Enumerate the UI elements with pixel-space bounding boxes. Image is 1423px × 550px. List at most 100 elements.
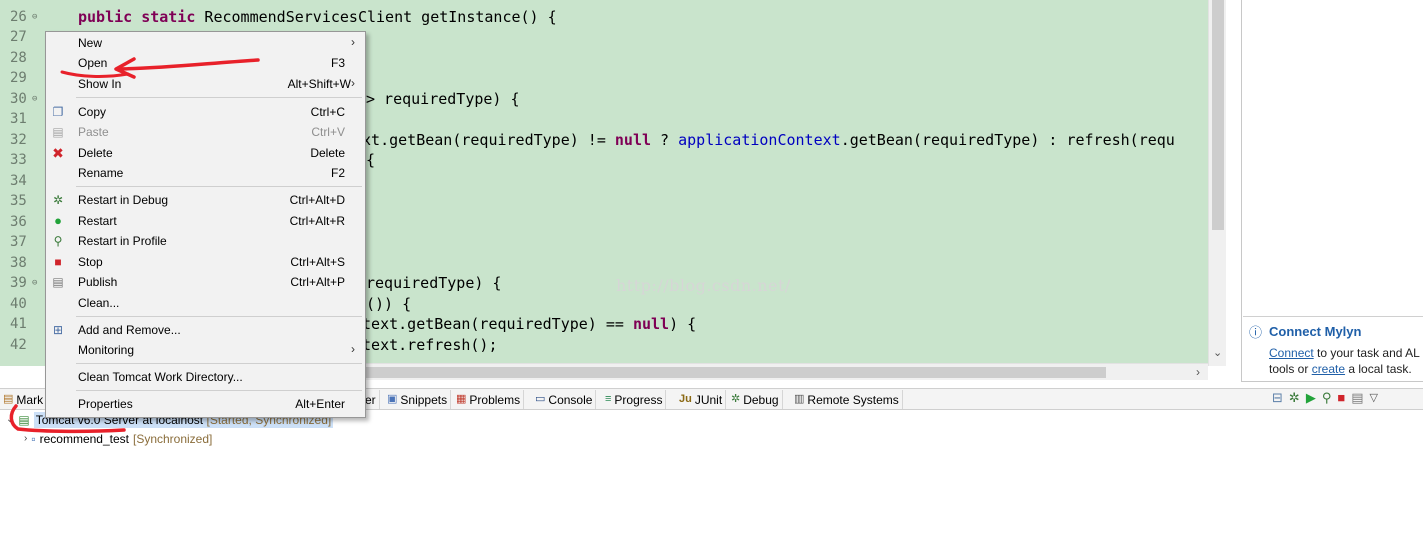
collapse-arrow-icon[interactable]: ›: [24, 431, 27, 447]
tab-label: Progress: [614, 392, 663, 407]
paste-icon: ▤: [52, 125, 64, 139]
menu-item-stop[interactable]: ■ Stop Ctrl+Alt+S: [46, 252, 365, 272]
context-menu: New › Open F3 Show In Alt+Shift+W › ❐ Co…: [45, 31, 366, 418]
keyword: null: [614, 131, 652, 149]
line-number: 30: [10, 91, 27, 107]
menu-item-shortcut: Ctrl+Alt+P: [290, 275, 345, 289]
menu-item-label: Restart in Profile: [78, 234, 167, 248]
tab-problems[interactable]: ▦ Problems: [453, 390, 525, 409]
menu-item-label: New: [78, 36, 103, 50]
menu-item-shortcut: Alt+Shift+W: [287, 77, 351, 91]
menu-item-rename[interactable]: Rename F2: [46, 163, 365, 183]
mylyn-text: tools or: [1269, 362, 1312, 376]
markers-icon: ▤: [3, 393, 14, 405]
collapse-all-icon[interactable]: ⊟: [1272, 390, 1283, 406]
module-icon: ▫: [31, 432, 36, 446]
code-text: ?: [651, 131, 679, 149]
menu-item-label: Add and Remove...: [78, 323, 181, 337]
fold-icon[interactable]: ⊖: [32, 89, 37, 109]
line-number: 36: [10, 214, 27, 230]
line-number: 34: [10, 173, 27, 189]
line-number: 40: [10, 296, 27, 312]
menu-item-paste[interactable]: ▤ Paste Ctrl+V: [46, 122, 365, 142]
create-link[interactable]: create: [1312, 362, 1345, 376]
menu-item-delete[interactable]: ✖ Delete Delete: [46, 143, 365, 163]
tab-snippets[interactable]: ▣ Snippets: [384, 390, 452, 409]
publish-icon: ▤: [52, 275, 64, 289]
stop-server-icon[interactable]: ■: [1337, 390, 1345, 406]
menu-separator: [76, 186, 362, 187]
tab-debug[interactable]: ✲ Debug: [728, 390, 783, 409]
tab-remote-systems[interactable]: ▥ Remote Systems: [791, 390, 903, 409]
code-line: ()) {: [366, 295, 412, 313]
module-tree-row[interactable]: › ▫ recommend_test [Synchronized]: [24, 431, 212, 447]
code-line: ntext.refresh();: [353, 336, 498, 354]
vertical-scroll-thumb[interactable]: [1212, 0, 1224, 230]
field-name: applicationContext: [678, 131, 841, 149]
tab-console[interactable]: ▭ Console: [532, 390, 597, 409]
menu-item-shortcut: Delete: [310, 146, 345, 160]
tab-label: Mark: [16, 392, 44, 407]
keyword: null: [632, 315, 670, 333]
submenu-arrow-icon: ›: [351, 35, 355, 49]
menu-item-label: Rename: [78, 166, 124, 180]
menu-item-restart-in-debug[interactable]: ✲ Restart in Debug Ctrl+Alt+D: [46, 190, 365, 210]
vertical-scrollbar[interactable]: ⌄: [1208, 0, 1226, 366]
menu-item-restart-in-profile[interactable]: ⚲ Restart in Profile: [46, 231, 365, 251]
tab-label: Problems: [469, 392, 521, 407]
menu-separator: [76, 316, 362, 317]
watermark-text: http://blog.csdn.net/: [616, 276, 791, 295]
restart-icon: ●: [54, 213, 62, 228]
tab-progress[interactable]: ≡ Progress: [602, 390, 667, 409]
menu-item-monitoring[interactable]: Monitoring ›: [46, 340, 365, 360]
menu-item-label: Show In: [78, 77, 122, 91]
menu-item-properties[interactable]: Properties Alt+Enter: [46, 394, 365, 414]
expand-arrow-icon[interactable]: ⌄: [6, 412, 14, 428]
menu-item-copy[interactable]: ❐ Copy Ctrl+C: [46, 102, 365, 122]
tab-label: Snippets: [400, 392, 448, 407]
fold-icon[interactable]: ⊖: [32, 273, 37, 293]
menu-item-label: Clean Tomcat Work Directory...: [78, 370, 243, 384]
scroll-right-arrow-icon[interactable]: ›: [1196, 365, 1200, 379]
menu-item-clean[interactable]: Clean...: [46, 293, 365, 313]
menu-item-open[interactable]: Open F3: [46, 53, 365, 73]
menu-item-label: Restart in Debug: [78, 193, 169, 207]
horizontal-scroll-thumb[interactable]: [362, 367, 1106, 378]
menu-item-clean-tomcat-work-directory[interactable]: Clean Tomcat Work Directory...: [46, 367, 365, 387]
profile-icon: ⚲: [53, 234, 63, 248]
menu-item-show-in[interactable]: Show In Alt+Shift+W ›: [46, 74, 365, 94]
add-remove-icon: ⊞: [52, 323, 64, 337]
publish-icon[interactable]: ▤: [1351, 390, 1363, 406]
mylyn-text: a local task.: [1345, 362, 1412, 376]
problems-icon: ▦: [456, 393, 467, 405]
code-line: > requiredType) {: [366, 90, 520, 108]
menu-item-add-and-remove[interactable]: ⊞ Add and Remove...: [46, 320, 365, 340]
menu-separator: [76, 390, 362, 391]
profile-server-icon[interactable]: ⚲: [1322, 390, 1332, 406]
menu-item-label: Clean...: [78, 296, 120, 310]
menu-item-shortcut: F2: [330, 166, 345, 180]
menu-item-shortcut: F3: [330, 56, 345, 70]
debug-server-icon[interactable]: ✲: [1289, 390, 1300, 406]
start-server-icon[interactable]: ▶: [1306, 390, 1316, 406]
fold-icon[interactable]: ⊖: [32, 7, 37, 27]
line-number: 29: [10, 70, 27, 86]
menu-item-label: Publish: [78, 275, 118, 289]
line-number: 39: [10, 275, 27, 291]
tab-markers[interactable]: ▤ Mark: [0, 390, 48, 409]
menu-item-publish[interactable]: ▤ Publish Ctrl+Alt+P: [46, 272, 365, 292]
view-menu-icon[interactable]: ▽: [1370, 390, 1378, 406]
connect-link[interactable]: Connect: [1269, 346, 1314, 360]
line-number: 42: [10, 337, 27, 353]
menu-item-restart[interactable]: ● Restart Ctrl+Alt+R: [46, 211, 365, 231]
server-icon: ▤: [18, 413, 30, 427]
progress-icon: ≡: [605, 393, 612, 405]
submenu-arrow-icon: ›: [351, 76, 355, 90]
info-icon: ⓘ: [1249, 325, 1263, 340]
scroll-down-arrow-icon[interactable]: ⌄: [1213, 346, 1222, 359]
tab-label: Debug: [743, 392, 779, 407]
debug-icon: ✲: [731, 393, 741, 405]
view-toolbar: ⊟ ✲ ▶ ⚲ ■ ▤ ▽: [1272, 390, 1378, 406]
tab-junit[interactable]: Ju JUnit: [676, 390, 727, 409]
menu-item-new[interactable]: New ›: [46, 33, 365, 53]
